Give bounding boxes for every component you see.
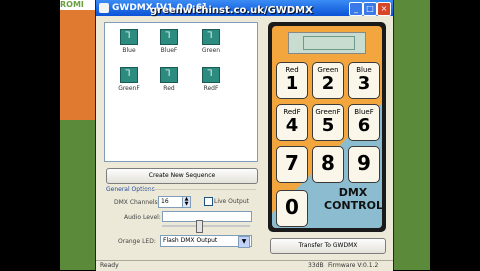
key-8[interactable]: 8 xyxy=(312,146,344,183)
channel-icon: ᒣ xyxy=(160,29,178,45)
key-5[interactable]: GreenF 5 xyxy=(312,104,344,141)
app-window: GWDMX [V1.0.0.6] _ □ × ᒣ Blue ᒣ BlueF ᒣ … xyxy=(95,0,394,271)
close-button[interactable]: × xyxy=(377,2,391,16)
status-level: 33dB xyxy=(308,262,324,269)
channel-red[interactable]: ᒣ Red xyxy=(153,67,185,92)
app-icon xyxy=(99,3,109,13)
dmx-label-line1: DMX xyxy=(338,186,368,199)
create-sequence-button[interactable]: Create New Sequence xyxy=(106,168,258,184)
key-6[interactable]: BlueF 6 xyxy=(348,104,380,141)
desktop-orange-shape xyxy=(60,0,100,120)
channel-panel: ᒣ Blue ᒣ BlueF ᒣ Green ᒣ GreenF ᒣ Red ᒣ … xyxy=(104,22,258,162)
channel-bluef[interactable]: ᒣ BlueF xyxy=(153,29,185,54)
firmware-version: Firmware V:0.1.2 xyxy=(328,262,379,269)
dmx-channels-label: DMX Channels: xyxy=(114,199,160,206)
live-output-checkbox[interactable] xyxy=(204,197,213,206)
channels-spinner[interactable]: ▲ ▼ xyxy=(182,196,191,208)
channel-icon: ᒣ xyxy=(160,67,178,83)
channel-green[interactable]: ᒣ Green xyxy=(195,29,227,54)
channel-icon: ᒣ xyxy=(202,67,220,83)
key-2[interactable]: Green 2 xyxy=(312,62,344,99)
status-bar: Ready 33dB Firmware V:0.1.2 xyxy=(96,260,393,271)
dmx-label-line2: CONTROL xyxy=(324,199,382,212)
status-text: Ready xyxy=(100,262,119,269)
audio-level-label: Audio Level: xyxy=(124,214,161,221)
maximize-button[interactable]: □ xyxy=(363,2,377,16)
key-0[interactable]: 0 xyxy=(276,190,308,227)
key-3[interactable]: Blue 3 xyxy=(348,62,380,99)
keypad-logo-mark xyxy=(303,36,355,50)
audio-slider-thumb[interactable] xyxy=(196,220,203,233)
channel-redf[interactable]: ᒣ RedF xyxy=(195,67,227,92)
channel-blue[interactable]: ᒣ Blue xyxy=(113,29,145,54)
key-7[interactable]: 7 xyxy=(276,146,308,183)
orange-led-label: Orange LED: xyxy=(118,238,156,245)
keypad-logo xyxy=(288,32,366,54)
keypad-face: Red 1 Green 2 Blue 3 RedF 4 GreenF 5 Blu… xyxy=(272,26,382,228)
options-divider xyxy=(140,189,256,190)
channel-icon: ᒣ xyxy=(120,67,138,83)
live-output-label: Live Output xyxy=(214,198,250,205)
audio-level-meter xyxy=(162,211,252,222)
dmx-channels-input[interactable]: 16 xyxy=(158,196,184,208)
key-4[interactable]: RedF 4 xyxy=(276,104,308,141)
transfer-button[interactable]: Transfer To GWDMX xyxy=(270,238,386,254)
audio-slider-track[interactable] xyxy=(162,225,250,227)
dmx-control-label: DMX CONTROL xyxy=(324,186,382,212)
channel-icon: ᒣ xyxy=(202,29,220,45)
dmx-keypad: Red 1 Green 2 Blue 3 RedF 4 GreenF 5 Blu… xyxy=(268,22,386,232)
minimize-button[interactable]: _ xyxy=(349,2,363,16)
key-9[interactable]: 9 xyxy=(348,146,380,183)
key-1[interactable]: Red 1 xyxy=(276,62,308,99)
channel-greenf[interactable]: ᒣ GreenF xyxy=(113,67,145,92)
desktop-logo: ROMI xyxy=(60,0,84,9)
chevron-down-icon[interactable]: ▼ xyxy=(238,236,250,248)
channel-icon: ᒣ xyxy=(120,29,138,45)
overlay-url: greenwichinst.co.uk/GWDMX xyxy=(150,5,313,16)
